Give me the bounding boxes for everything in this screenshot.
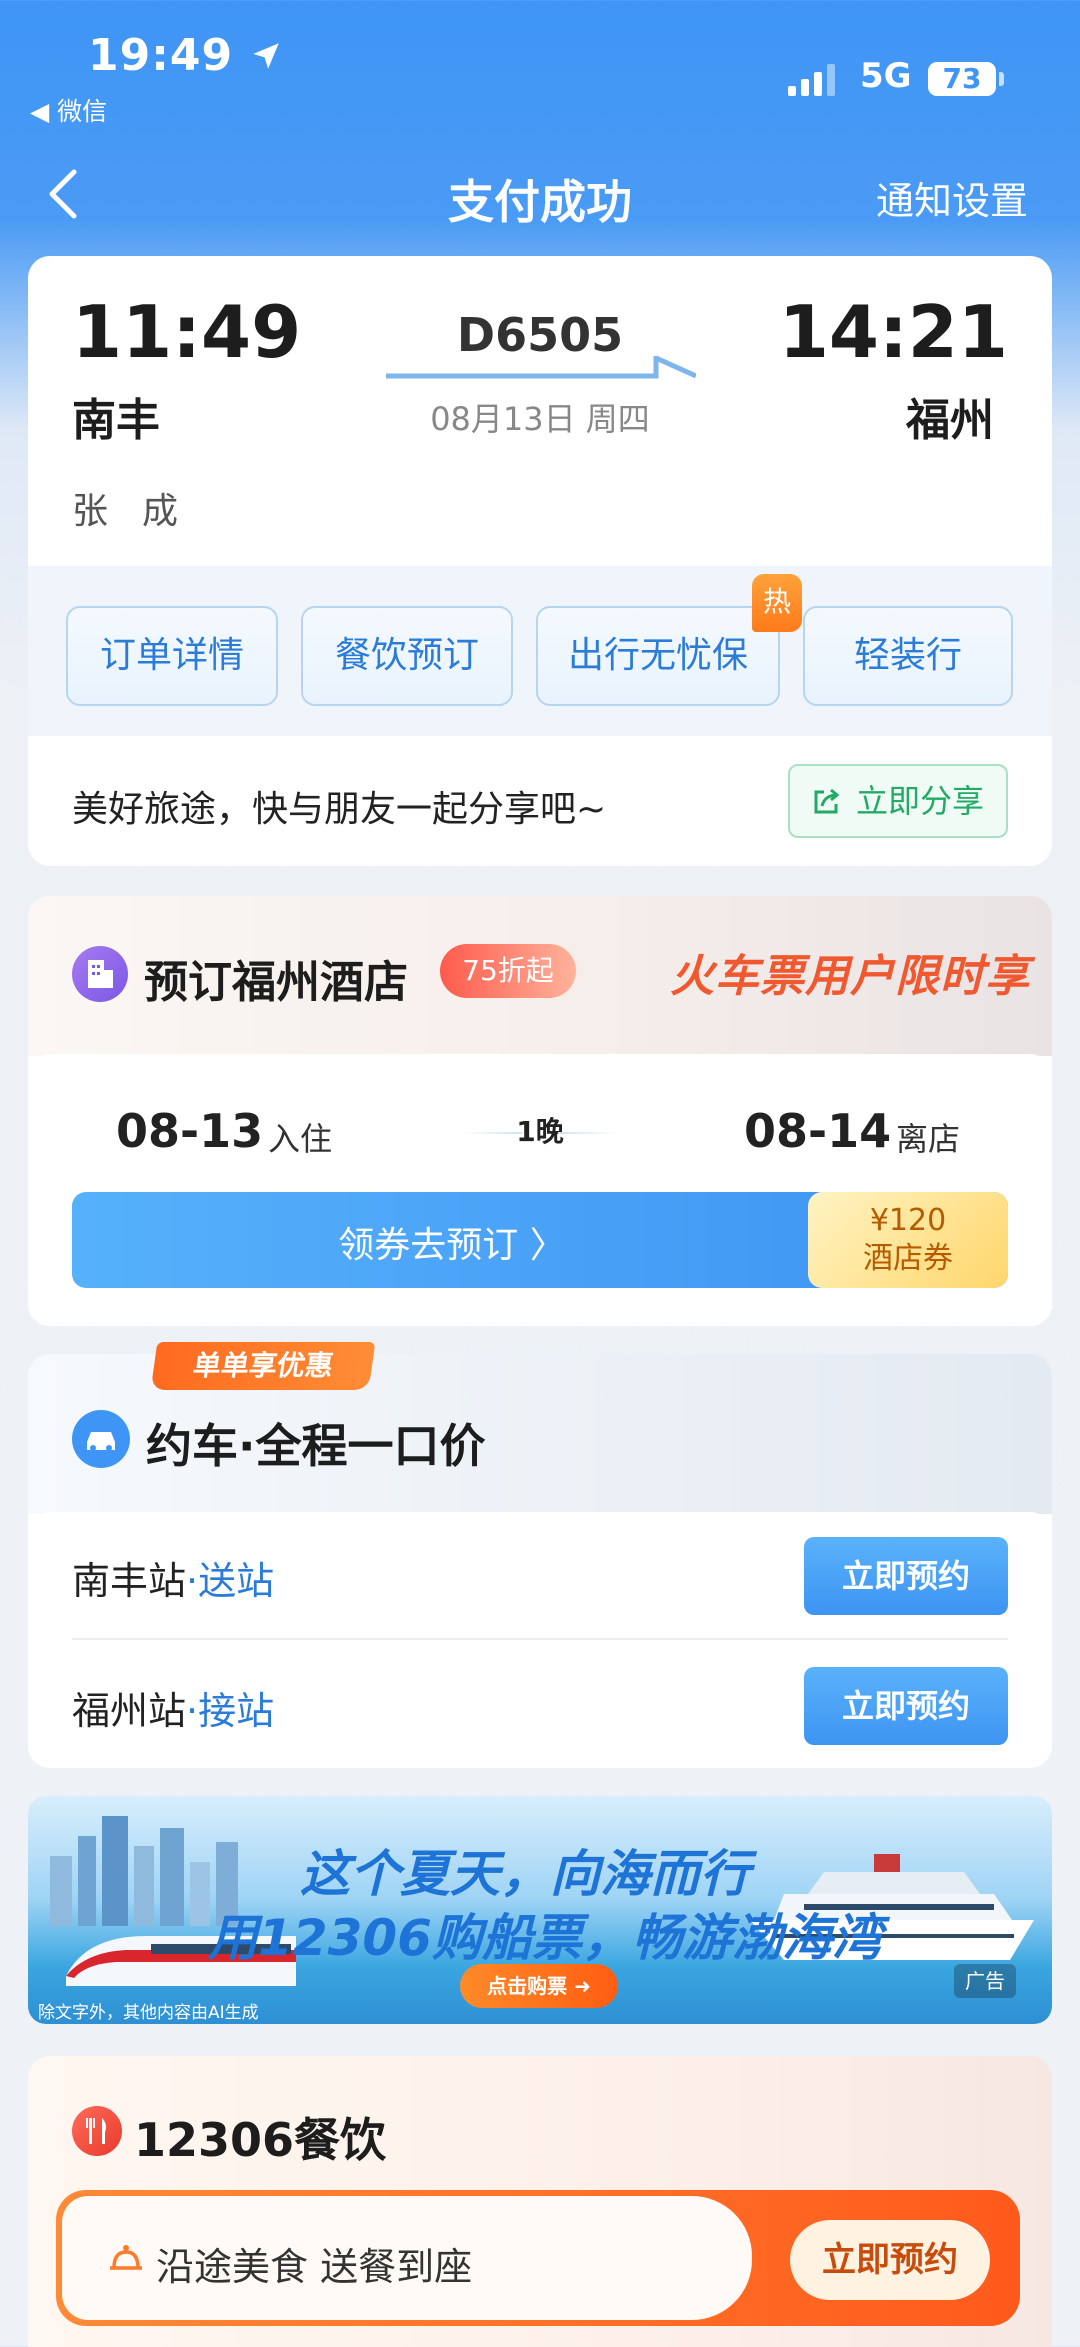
discount-badge: 75折起 xyxy=(440,944,576,998)
catering-title: 12306餐饮 xyxy=(134,2113,387,2167)
light-travel-button[interactable]: 轻装行 xyxy=(803,606,1013,706)
checkout-label: 离店 xyxy=(896,1120,961,1158)
network-type: 5G xyxy=(860,56,912,96)
back-to-app[interactable]: ◀ 微信 xyxy=(30,92,107,128)
signal-icon xyxy=(788,64,835,96)
catering-booking-button[interactable]: 餐饮预订 xyxy=(301,606,513,706)
car-title: 约车·全程一口价 xyxy=(146,1419,486,1473)
banner-subheadline: 用12306购船票，畅游渤海湾 xyxy=(208,1909,882,1967)
arrival-station: 福州 xyxy=(906,395,994,446)
notification-settings-link[interactable]: 通知设置 xyxy=(876,170,1028,225)
order-detail-button[interactable]: 订单详情 xyxy=(66,606,278,706)
passenger-name: 张成 xyxy=(72,491,213,532)
share-prompt: 美好旅途，快与朋友一起分享吧~ xyxy=(72,789,607,830)
battery-icon: 73 xyxy=(928,62,996,96)
hotel-icon xyxy=(72,946,128,1002)
row-divider xyxy=(72,1638,1008,1640)
catering-reserve-button[interactable]: 立即预约 xyxy=(790,2220,990,2300)
bell-icon xyxy=(110,2245,142,2270)
reserve-dropoff-button[interactable]: 立即预约 xyxy=(804,1537,1008,1615)
ai-generated-note: 除文字外，其他内容由AI生成 xyxy=(38,2003,259,2023)
ad-label: 广告 xyxy=(954,1964,1016,1998)
hotel-coupon-tag: ¥120 酒店券 xyxy=(808,1192,1008,1288)
coupon-amount: ¥120 xyxy=(869,1203,947,1238)
nights-divider-right xyxy=(558,1132,618,1134)
travel-insurance-button[interactable]: 出行无忧保 xyxy=(536,606,780,706)
arrival-time: 14:21 xyxy=(778,290,1008,374)
dropoff-station: 南丰站 xyxy=(72,1559,187,1603)
catering-description: 沿途美食 送餐到座 xyxy=(156,2245,473,2289)
reserve-pickup-button[interactable]: 立即预约 xyxy=(804,1667,1008,1745)
share-icon xyxy=(814,788,840,814)
route-arrow-icon xyxy=(386,356,696,379)
pickup-service: ·接站 xyxy=(186,1689,275,1733)
pickup-row-label: 福州站·接站 xyxy=(72,1680,274,1735)
pickup-station: 福州站 xyxy=(72,1689,187,1733)
banner-buy-button[interactable]: 点击购票 ➜ xyxy=(460,1964,618,2008)
dropoff-row-label: 南丰站·送站 xyxy=(72,1550,274,1605)
location-arrow-icon xyxy=(253,43,280,69)
coupon-type: 酒店券 xyxy=(863,1241,953,1276)
status-time: 19:49 xyxy=(88,30,283,81)
banner-headline: 这个夏天，向海而行 xyxy=(300,1845,750,1903)
hot-badge: 热 xyxy=(752,574,802,632)
promo-tag: 单单享优惠 xyxy=(150,1342,376,1390)
checkout-date[interactable]: 08-14 xyxy=(744,1104,891,1158)
hotel-slogan: 火车票用户限时享 xyxy=(670,951,1030,1002)
battery-tip xyxy=(999,72,1004,86)
coupon-booking-label[interactable]: 领券去预订 〉 xyxy=(72,1216,832,1268)
catering-icon xyxy=(72,2106,122,2156)
hotel-title: 预订福州酒店 xyxy=(144,957,408,1008)
dropoff-service: ·送站 xyxy=(186,1559,275,1603)
car-icon xyxy=(72,1410,130,1468)
